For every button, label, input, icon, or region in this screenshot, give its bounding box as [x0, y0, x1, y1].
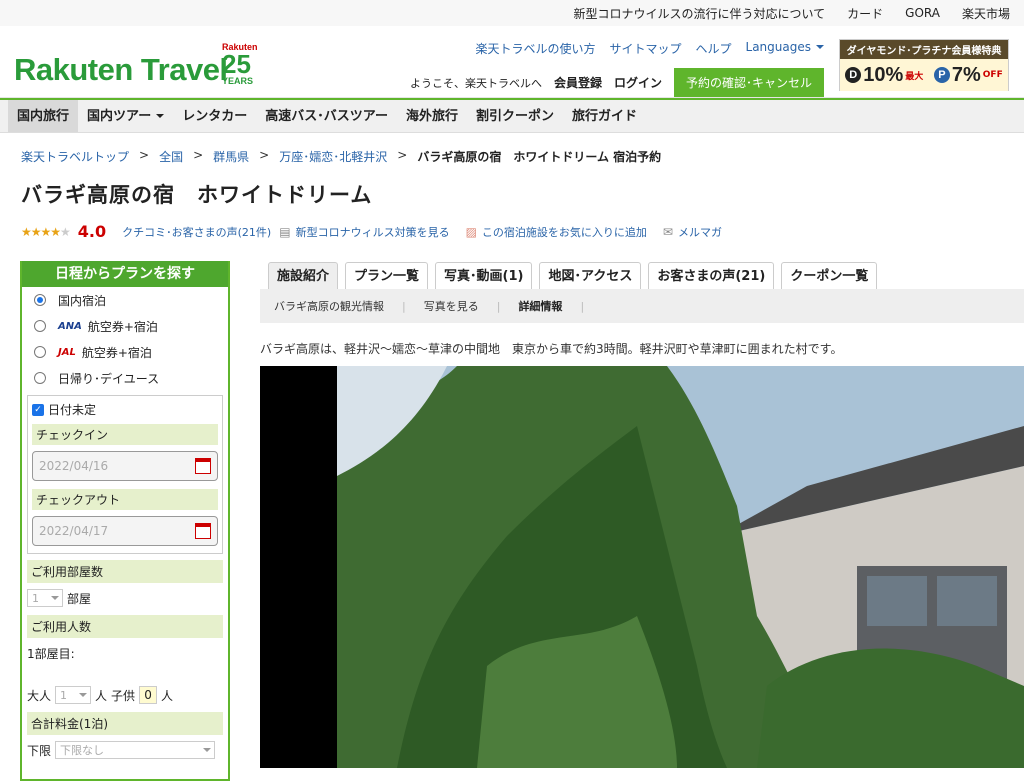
tab-coupons[interactable]: クーポン一覧: [781, 262, 878, 289]
calendar-icon[interactable]: [195, 523, 211, 539]
breadcrumb-top[interactable]: 楽天トラベルトップ: [21, 148, 129, 165]
nav-overseas-travel[interactable]: 海外旅行: [397, 100, 467, 132]
radio-icon[interactable]: [34, 372, 46, 384]
adult-select[interactable]: 1: [55, 686, 92, 704]
tab-facility-intro[interactable]: 施設紹介: [268, 262, 339, 289]
tab-plan-list[interactable]: プラン一覧: [345, 262, 429, 289]
how-to-use-link[interactable]: 楽天トラベルの使い方: [475, 40, 595, 57]
option-day-use[interactable]: 日帰り･デイユース: [22, 365, 228, 391]
mail-icon: ✉: [662, 224, 673, 239]
anniversary-25-logo: Rakuten 25 YEARS: [222, 42, 258, 86]
breadcrumb-current: バラギ高原の宿 ホワイトドリーム 宿泊予約: [417, 150, 662, 164]
register-link[interactable]: 会員登録: [554, 74, 602, 91]
nav-discount-coupon[interactable]: 割引クーポン: [467, 100, 563, 132]
printer-icon: ▤: [279, 224, 291, 239]
breadcrumb: 楽天トラベルトップ > 全国 > 群馬県 > 万座･嬬恋･北軽井沢 > バラギ高…: [21, 148, 662, 165]
reviews-link[interactable]: クチコミ･お客さまの声(21件): [122, 224, 271, 240]
total-price-label: 合計料金(1泊): [27, 712, 223, 735]
welcome-text: ようこそ、楽天トラベルへ: [409, 76, 542, 90]
tab-map-access[interactable]: 地図･アクセス: [539, 262, 642, 289]
checkbox-icon[interactable]: ✓: [32, 403, 44, 416]
rooms-label: ご利用部屋数: [27, 560, 223, 583]
people-label: ご利用人数: [27, 615, 223, 638]
nav-travel-guide[interactable]: 旅行ガイド: [563, 100, 646, 132]
nav-domestic-tour[interactable]: 国内ツアー: [78, 100, 173, 132]
login-link[interactable]: ログイン: [614, 74, 662, 91]
subtab-sightseeing[interactable]: バラギ高原の観光情報: [274, 298, 384, 314]
rooms-select[interactable]: 1: [27, 589, 63, 607]
facility-tabs: 施設紹介 プラン一覧 写真･動画(1) 地図･アクセス お客さまの声(21) ク…: [268, 262, 878, 289]
rakuten-ichiba-link[interactable]: 楽天市場: [962, 5, 1010, 22]
breadcrumb-all[interactable]: 全国: [159, 148, 183, 165]
rating-score: 4.0: [77, 222, 107, 241]
languages-dropdown[interactable]: Languages: [746, 40, 824, 57]
child-count-input[interactable]: 0: [139, 686, 158, 704]
plan-search-sidebar: 日程からプランを探す 国内宿泊 ANA 航空券+宿泊 JAL 航空券+宿泊 日帰り･…: [20, 261, 230, 781]
gora-link[interactable]: GORA: [905, 6, 940, 20]
covid-notice-link[interactable]: 新型コロナウイルスの流行に伴う対応について: [574, 5, 826, 22]
date-undecided-checkbox[interactable]: ✓ 日付未定: [32, 401, 218, 418]
radio-icon[interactable]: [34, 294, 46, 306]
option-jal-flight-stay[interactable]: JAL 航空券+宿泊: [22, 339, 228, 365]
main-nav: 国内旅行 国内ツアー レンタカー 高速バス･バスツアー 海外旅行 割引クーポン …: [0, 98, 1024, 133]
nav-rental-car[interactable]: レンタカー: [173, 100, 256, 132]
sidebar-title: 日程からプランを探す: [22, 261, 228, 287]
help-link[interactable]: ヘルプ: [696, 40, 732, 57]
rating-stars: ★★★★★: [21, 224, 71, 239]
newsletter-link[interactable]: メルマガ: [678, 224, 722, 240]
date-box: ✓ 日付未定 チェックイン 2022/04/16 チェックアウト 2022/04/…: [27, 395, 223, 554]
site-header: Rakuten Travel Rakuten 25 YEARS 楽天トラベルの使…: [0, 26, 1024, 98]
radio-icon[interactable]: [34, 346, 46, 358]
option-domestic-stay[interactable]: 国内宿泊: [22, 287, 228, 313]
breadcrumb-area[interactable]: 万座･嬬恋･北軽井沢: [279, 148, 387, 165]
room1-label: 1部屋目:: [27, 646, 75, 661]
calendar-icon[interactable]: [195, 458, 211, 474]
checkout-label: チェックアウト: [32, 489, 218, 510]
ana-logo: ANA: [58, 320, 82, 332]
breadcrumb-gunma[interactable]: 群馬県: [213, 148, 249, 165]
min-price-select[interactable]: 下限なし: [55, 741, 216, 759]
diamond-icon: D: [845, 67, 862, 83]
rating-row: ★★★★★ 4.0 クチコミ･お客さまの声(21件) ▤ 新型コロナウィルス対策…: [0, 209, 1024, 241]
checkin-label: チェックイン: [32, 424, 218, 445]
header-links: 楽天トラベルの使い方 サイトマップ ヘルプ Languages: [475, 40, 824, 57]
tab-photos-videos[interactable]: 写真･動画(1): [435, 262, 533, 289]
add-favorite-link[interactable]: この宿泊施設をお気に入りに追加: [482, 224, 647, 240]
facility-subtabs: バラギ高原の観光情報 | 写真を見る | 詳細情報 |: [260, 289, 1024, 323]
member-benefit-banner[interactable]: ダイヤモンド･プラチナ会員様特典 D 10% 最大 P 7% OFF: [839, 39, 1009, 91]
subtab-photos[interactable]: 写真を見る: [424, 298, 479, 314]
option-ana-flight-stay[interactable]: ANA 航空券+宿泊: [22, 313, 228, 339]
checkout-date-field[interactable]: 2022/04/17: [32, 516, 218, 546]
platinum-icon: P: [933, 67, 950, 83]
tab-reviews[interactable]: お客さまの声(21): [648, 262, 775, 289]
reservation-check-button[interactable]: 予約の確認･キャンセル: [673, 68, 824, 97]
jal-logo: JAL: [58, 346, 76, 358]
top-utility-bar: 新型コロナウイルスの流行に伴う対応について カード GORA 楽天市場: [0, 0, 1024, 26]
sitemap-link[interactable]: サイトマップ: [609, 40, 681, 57]
nav-domestic-travel[interactable]: 国内旅行: [8, 100, 79, 132]
nav-highway-bus[interactable]: 高速バス･バスツアー: [256, 100, 397, 132]
facility-photo[interactable]: [260, 366, 1024, 768]
subtab-details[interactable]: 詳細情報: [518, 298, 562, 314]
rakuten-travel-logo[interactable]: Rakuten Travel: [14, 52, 228, 88]
checkin-date-field[interactable]: 2022/04/16: [32, 451, 218, 481]
covid-measures-link[interactable]: 新型コロナウィルス対策を見る: [296, 224, 450, 240]
favorite-icon: ▨: [465, 224, 477, 239]
hotel-exterior-image: [337, 366, 1024, 768]
card-link[interactable]: カード: [847, 5, 883, 22]
facility-description: バラギ高原は、軽井沢〜嬬恋〜草津の中間地 東京から車で約3時間。軽井沢町や草津町…: [260, 342, 843, 356]
header-account-row: ようこそ、楽天トラベルへ 会員登録 ログイン 予約の確認･キャンセル: [410, 68, 824, 97]
radio-icon[interactable]: [34, 320, 46, 332]
hotel-title: バラギ高原の宿 ホワイトドリーム: [21, 183, 373, 207]
